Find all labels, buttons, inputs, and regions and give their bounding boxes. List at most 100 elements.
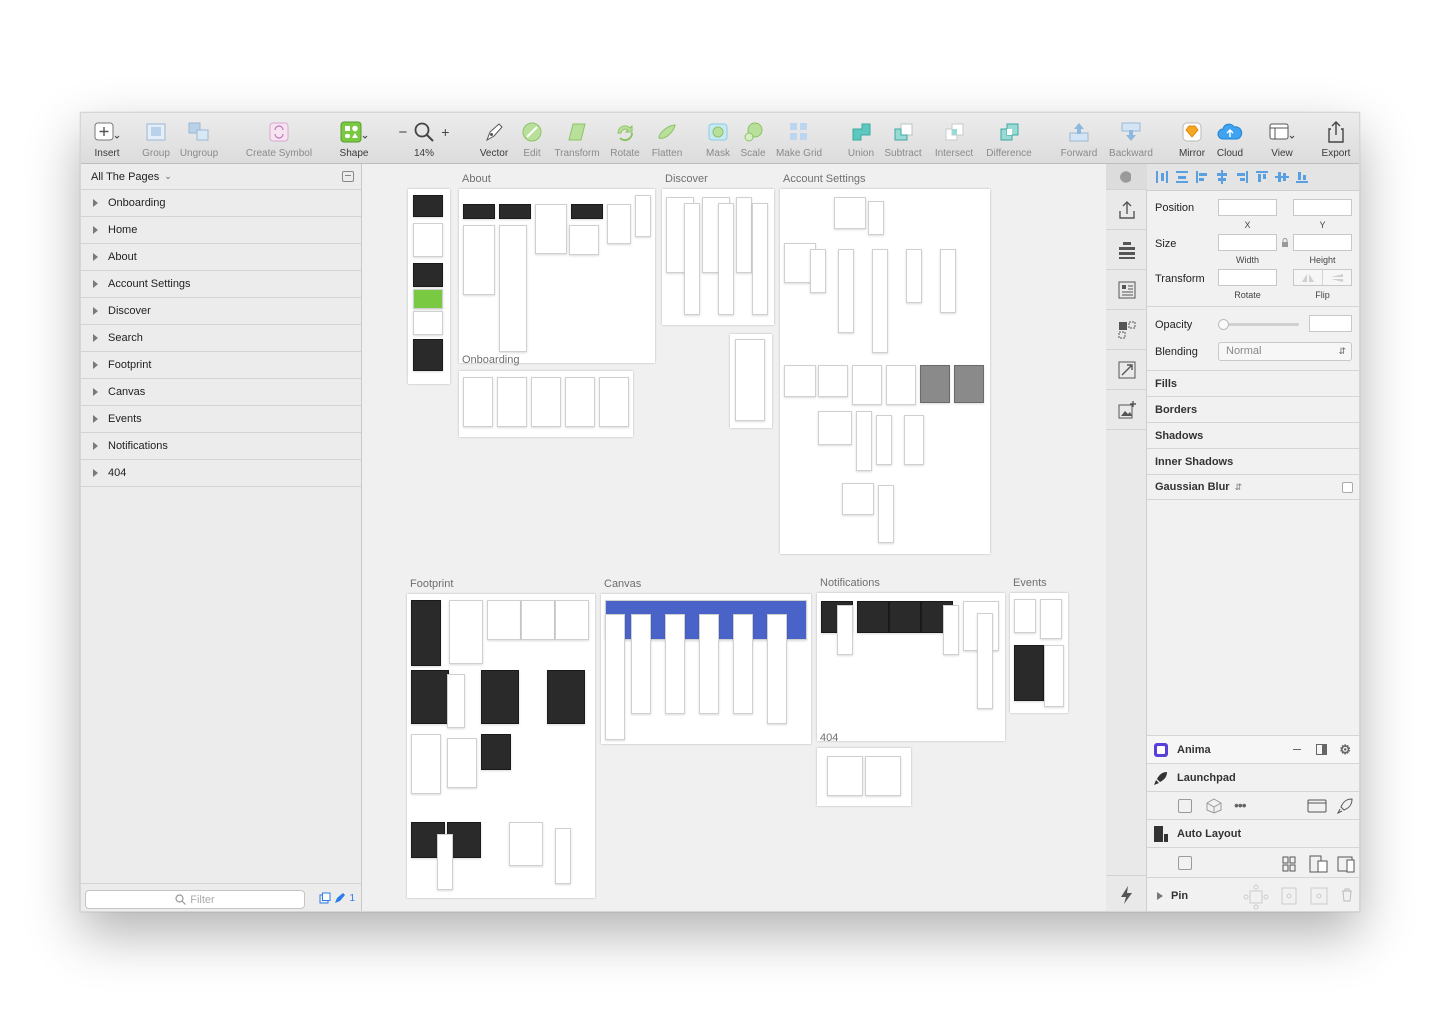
artboard-404[interactable] xyxy=(817,748,911,806)
borders-section[interactable]: Borders xyxy=(1147,396,1359,422)
page-item-discover[interactable]: Discover xyxy=(81,298,361,325)
artboard-title-discover[interactable]: Discover xyxy=(665,173,708,185)
mirror-button[interactable]: Mirror xyxy=(1175,119,1209,163)
page-item-events[interactable]: Events xyxy=(81,406,361,433)
browser-window-icon[interactable] xyxy=(1307,799,1327,813)
blending-select[interactable]: Normal ⇵ xyxy=(1218,342,1352,361)
canvas-area[interactable]: About Onboarding Discover Account Settin… xyxy=(362,164,1106,911)
page-item-home[interactable]: Home xyxy=(81,217,361,244)
transform-button[interactable]: Transform xyxy=(551,119,603,163)
disclosure-triangle-icon[interactable] xyxy=(93,442,98,450)
pin-vertical-icon[interactable] xyxy=(1280,886,1298,906)
select-arrows-icon[interactable]: ⇵ xyxy=(1235,482,1243,493)
disclosure-triangle-icon[interactable] xyxy=(93,226,98,234)
page-item-about[interactable]: About xyxy=(81,244,361,271)
cloud-button[interactable]: Cloud xyxy=(1213,119,1247,163)
align-right-icon[interactable] xyxy=(1235,170,1249,184)
rotate-field[interactable] xyxy=(1218,269,1277,286)
layout-grid-button[interactable] xyxy=(1106,270,1147,310)
disclosure-triangle-icon[interactable] xyxy=(93,415,98,423)
forward-button[interactable]: Forward xyxy=(1057,119,1101,163)
disclosure-triangle-icon[interactable] xyxy=(93,307,98,315)
flip-horizontal-icon[interactable] xyxy=(1294,270,1323,285)
artboard-title-account-settings[interactable]: Account Settings xyxy=(783,173,866,185)
difference-button[interactable]: Difference xyxy=(983,119,1035,163)
responsive-devices-icon[interactable] xyxy=(1309,855,1329,873)
artboard-footprint[interactable] xyxy=(407,594,595,898)
fills-section[interactable]: Fills xyxy=(1147,370,1359,396)
align-bottom-icon[interactable] xyxy=(1295,170,1309,184)
add-image-button[interactable] xyxy=(1106,390,1147,430)
shadows-section[interactable]: Shadows xyxy=(1147,422,1359,448)
page-item-search[interactable]: Search xyxy=(81,325,361,352)
export-panel-button[interactable] xyxy=(1106,190,1147,230)
pin-horizontal-icon[interactable] xyxy=(1309,886,1329,906)
panel-toggle-icon[interactable] xyxy=(1316,744,1327,755)
grid-layout-icon[interactable] xyxy=(1282,856,1296,872)
group-button[interactable]: Group xyxy=(139,119,173,163)
anima-header[interactable]: Anima ⚙ xyxy=(1147,735,1359,763)
disclosure-triangle-icon[interactable] xyxy=(93,361,98,369)
minimize-icon[interactable] xyxy=(1293,749,1301,750)
make-grid-button[interactable]: Make Grid xyxy=(773,119,825,163)
artboard-title-footprint[interactable]: Footprint xyxy=(410,578,453,590)
page-item-notifications[interactable]: Notifications xyxy=(81,433,361,460)
resize-button[interactable] xyxy=(1106,350,1147,390)
align-vertical-center-icon[interactable] xyxy=(1275,170,1289,184)
artboard-discover[interactable] xyxy=(662,189,774,325)
page-item-404[interactable]: 404 xyxy=(81,460,361,487)
shape-button[interactable]: Shape xyxy=(334,119,374,163)
collapse-pages-icon[interactable] xyxy=(342,171,354,182)
disclosure-triangle-icon[interactable] xyxy=(93,334,98,342)
device-preview-icon[interactable] xyxy=(1337,855,1357,873)
artboard-notifications[interactable] xyxy=(817,593,1005,741)
cube-icon[interactable] xyxy=(1205,798,1223,814)
artboard-title-notifications[interactable]: Notifications xyxy=(820,577,880,589)
flatten-button[interactable]: Flatten xyxy=(647,119,687,163)
page-item-canvas[interactable]: Canvas xyxy=(81,379,361,406)
pin-row[interactable]: Pin xyxy=(1147,877,1359,911)
distribute-horizontal-icon[interactable] xyxy=(1155,170,1169,184)
flip-vertical-icon[interactable] xyxy=(1323,270,1351,285)
artboard-canvas[interactable] xyxy=(601,594,811,744)
intersect-button[interactable]: Intersect xyxy=(931,119,977,163)
artboard-onboarding[interactable] xyxy=(459,371,633,437)
artboard-preset-icon[interactable] xyxy=(1178,856,1192,870)
position-y-field[interactable] xyxy=(1293,199,1352,216)
page-item-footprint[interactable]: Footprint xyxy=(81,352,361,379)
page-item-onboarding[interactable]: Onboarding xyxy=(81,190,361,217)
create-symbol-button[interactable]: Create Symbol xyxy=(241,119,317,163)
zoom-control[interactable]: − + 14% xyxy=(393,119,455,163)
subtract-button[interactable]: Subtract xyxy=(881,119,925,163)
distribute-vertical-icon[interactable] xyxy=(1175,170,1189,184)
artboard-search[interactable] xyxy=(730,334,772,428)
launch-rocket-icon[interactable] xyxy=(1336,797,1354,815)
more-icon[interactable]: ••• xyxy=(1234,797,1247,813)
gaussian-blur-checkbox[interactable] xyxy=(1342,482,1353,493)
align-top-icon[interactable] xyxy=(1255,170,1269,184)
artboard-title-about[interactable]: About xyxy=(462,173,491,185)
resize-artboard-icon[interactable] xyxy=(1178,799,1192,813)
trash-icon[interactable] xyxy=(1341,888,1353,902)
auto-layout-header[interactable]: Auto Layout xyxy=(1147,819,1359,847)
width-field[interactable] xyxy=(1218,234,1277,251)
artboard-title-canvas[interactable]: Canvas xyxy=(604,578,641,590)
opacity-slider[interactable] xyxy=(1218,319,1299,330)
gaussian-blur-section[interactable]: Gaussian Blur ⇵ xyxy=(1147,474,1359,500)
align-left-icon[interactable] xyxy=(1195,170,1209,184)
opacity-field[interactable] xyxy=(1309,315,1352,332)
artboard-home[interactable] xyxy=(408,189,450,384)
align-horizontal-center-icon[interactable] xyxy=(1215,170,1229,184)
mask-button[interactable]: Mask xyxy=(703,119,733,163)
disclosure-triangle-icon[interactable] xyxy=(93,280,98,288)
opacity-slider-knob[interactable] xyxy=(1218,319,1229,330)
disclosure-triangle-icon[interactable] xyxy=(93,199,98,207)
disclosure-triangle-icon[interactable] xyxy=(93,253,98,261)
scale-button[interactable]: Scale xyxy=(737,119,769,163)
flash-button[interactable] xyxy=(1106,875,1147,911)
artboard-title-onboarding[interactable]: Onboarding xyxy=(462,354,520,366)
rotate-button[interactable]: Rotate xyxy=(607,119,643,163)
backward-button[interactable]: Backward xyxy=(1105,119,1157,163)
ungroup-button[interactable]: Ungroup xyxy=(177,119,221,163)
gear-icon[interactable]: ⚙ xyxy=(1339,742,1351,758)
